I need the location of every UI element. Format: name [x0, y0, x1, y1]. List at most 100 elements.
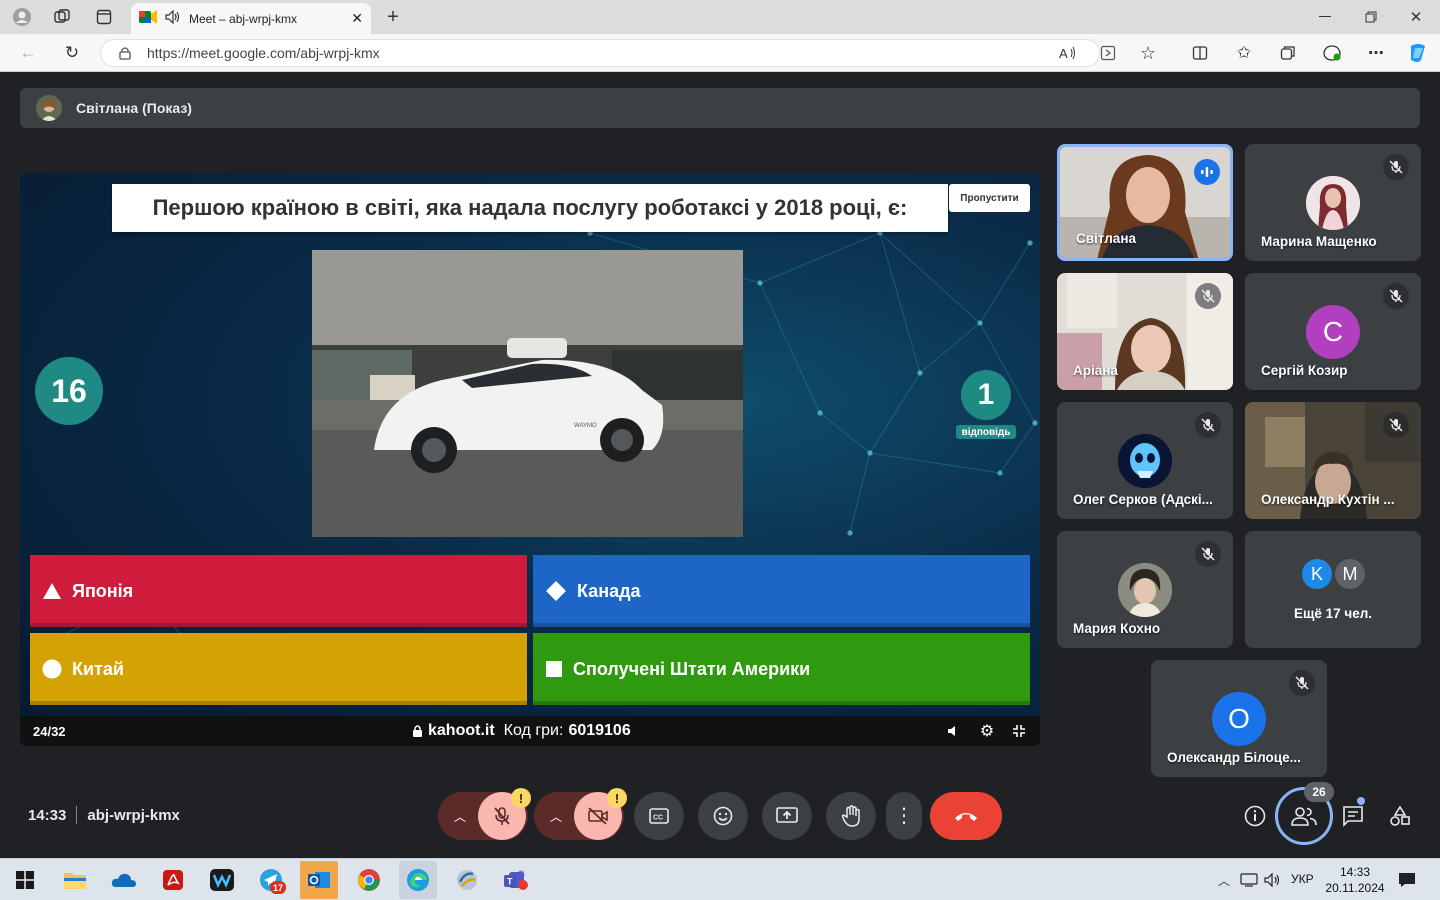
settings-gear-icon[interactable]: ⚙ — [978, 722, 996, 740]
back-icon[interactable]: ← — [16, 42, 40, 64]
url-field[interactable]: https://meet.google.com/abj-wrpj-kmx — [100, 39, 1100, 67]
participant-tile[interactable]: Марина Мащенко — [1245, 144, 1421, 261]
camera-options-chevron-icon[interactable]: ︿ — [550, 808, 562, 825]
refresh-icon[interactable]: ↻ — [60, 42, 84, 64]
chrome-icon — [358, 869, 380, 891]
answer-label: Японія — [72, 580, 134, 601]
taskbar-edge[interactable] — [399, 861, 437, 899]
teams-icon: T — [504, 870, 528, 890]
leave-call-button[interactable] — [930, 792, 1002, 840]
raise-hand-button[interactable] — [826, 792, 876, 840]
mic-options-chevron-icon[interactable]: ︿ — [454, 808, 466, 825]
restore-icon[interactable] — [1360, 6, 1382, 28]
more-vertical-icon: ⋮ — [894, 805, 914, 827]
participant-tile[interactable]: Олександр Кухтін ... — [1245, 402, 1421, 519]
captions-button[interactable]: CC — [634, 792, 684, 840]
taskbar-telegram[interactable] — [252, 861, 290, 899]
triangle-icon — [43, 583, 61, 599]
exit-fullscreen-icon[interactable] — [1010, 723, 1028, 739]
divider — [76, 806, 78, 824]
more-options-button[interactable]: ⋮ — [886, 792, 922, 840]
chat-button[interactable] — [1340, 803, 1366, 829]
taskbar-webex[interactable] — [203, 861, 241, 899]
taskbar-teams[interactable]: T — [497, 861, 535, 899]
lock-icon[interactable] — [119, 46, 131, 63]
audio-playing-icon[interactable] — [165, 9, 181, 27]
emoji-icon — [713, 806, 733, 826]
folder-icon — [64, 873, 86, 889]
more-menu-icon[interactable]: ⋯ — [1364, 42, 1388, 64]
new-tab-icon[interactable]: + — [382, 6, 404, 28]
favorite-star-icon[interactable]: ☆ — [1136, 42, 1160, 64]
taskbar-onedrive[interactable] — [105, 861, 143, 899]
more-participants-tile[interactable]: K M Ещё 17 чел. — [1245, 531, 1421, 648]
taskbar-file-explorer[interactable] — [56, 861, 94, 899]
lock-icon — [413, 725, 422, 737]
muted-mic-icon — [1289, 670, 1315, 696]
question-progress: 24/32 — [33, 724, 66, 739]
game-code: 6019106 — [568, 722, 631, 739]
paint-app-icon — [457, 870, 477, 890]
taskbar-app[interactable] — [448, 861, 486, 899]
presenter-name: Світлана (Показ) — [76, 100, 192, 116]
participant-tile[interactable]: Мария Кохно — [1057, 531, 1233, 648]
taskbar-outlook[interactable] — [300, 861, 338, 899]
start-button[interactable] — [6, 861, 44, 899]
skip-button[interactable]: Пропустити — [949, 184, 1030, 212]
answer-option-3[interactable]: Китай — [30, 633, 527, 705]
close-window-icon[interactable]: ✕ — [1405, 6, 1427, 28]
activities-button[interactable] — [1387, 803, 1413, 829]
activities-shapes-icon — [1390, 805, 1410, 826]
participant-tile[interactable]: O Олександр Білоце... — [1151, 660, 1327, 777]
mic-off-icon — [494, 807, 510, 825]
answer-label: Китай — [72, 658, 124, 679]
copilot-icon[interactable] — [1406, 41, 1430, 65]
close-tab-icon[interactable]: ✕ — [351, 10, 363, 27]
notifications-icon[interactable] — [1396, 870, 1418, 890]
chat-icon — [1343, 806, 1363, 827]
answer-option-1[interactable]: Японія — [30, 555, 527, 627]
people-count-badge: 26 — [1304, 782, 1334, 802]
split-screen-icon[interactable] — [1188, 42, 1212, 64]
show-hidden-icons-icon[interactable]: ︿ — [1216, 872, 1232, 888]
svg-text:A: A — [1059, 46, 1068, 60]
participant-name: Мария Кохно — [1073, 621, 1161, 636]
profile-icon[interactable] — [10, 6, 34, 28]
answer-option-4[interactable]: Сполучені Штати Америки — [533, 633, 1030, 705]
read-aloud-icon[interactable]: A — [1056, 42, 1080, 64]
presenter-avatar — [36, 95, 62, 121]
collections-icon[interactable] — [1276, 42, 1300, 64]
participant-name: Аріана — [1073, 363, 1118, 378]
meeting-details-button[interactable] — [1242, 803, 1268, 829]
participant-tile[interactable]: Світлана — [1057, 144, 1233, 261]
app-available-icon[interactable] — [1096, 42, 1120, 64]
tab-actions-icon[interactable] — [92, 6, 116, 28]
network-icon[interactable] — [1240, 872, 1258, 888]
present-screen-button[interactable] — [762, 792, 812, 840]
browser-tab-meet[interactable]: Meet – abj-wrpj-kmx ✕ — [131, 3, 371, 34]
taskbar-acrobat[interactable] — [154, 861, 192, 899]
closed-captions-icon: CC — [649, 808, 669, 824]
participant-tile[interactable]: Олег Серков (Адскі... — [1057, 402, 1233, 519]
taskbar-chrome[interactable] — [350, 861, 388, 899]
reactions-button[interactable] — [698, 792, 748, 840]
taskbar-clock[interactable]: 14:33 20.11.2024 — [1322, 864, 1388, 896]
volume-icon[interactable] — [944, 723, 962, 739]
browser-essentials-icon[interactable] — [1320, 42, 1344, 64]
answer-option-2[interactable]: Канада — [533, 555, 1030, 627]
participant-tile[interactable]: С Сергій Козир — [1245, 273, 1421, 390]
input-language[interactable]: УКР — [1291, 872, 1314, 886]
participant-avatar-letter: K — [1300, 557, 1334, 591]
workspaces-icon[interactable] — [50, 6, 74, 28]
minimize-icon[interactable] — [1314, 6, 1336, 28]
muted-mic-icon — [1383, 154, 1409, 180]
muted-mic-icon — [1383, 412, 1409, 438]
participant-name: Олег Серков (Адскі... — [1073, 492, 1213, 507]
raise-hand-icon — [841, 805, 860, 827]
volume-tray-icon[interactable] — [1264, 872, 1282, 888]
favorites-icon[interactable]: ✩ — [1232, 42, 1256, 64]
circle-icon — [42, 659, 62, 679]
participant-name: Марина Мащенко — [1261, 234, 1377, 249]
participant-tile[interactable]: Аріана — [1057, 273, 1233, 390]
participant-avatar-letter: С — [1306, 305, 1360, 359]
